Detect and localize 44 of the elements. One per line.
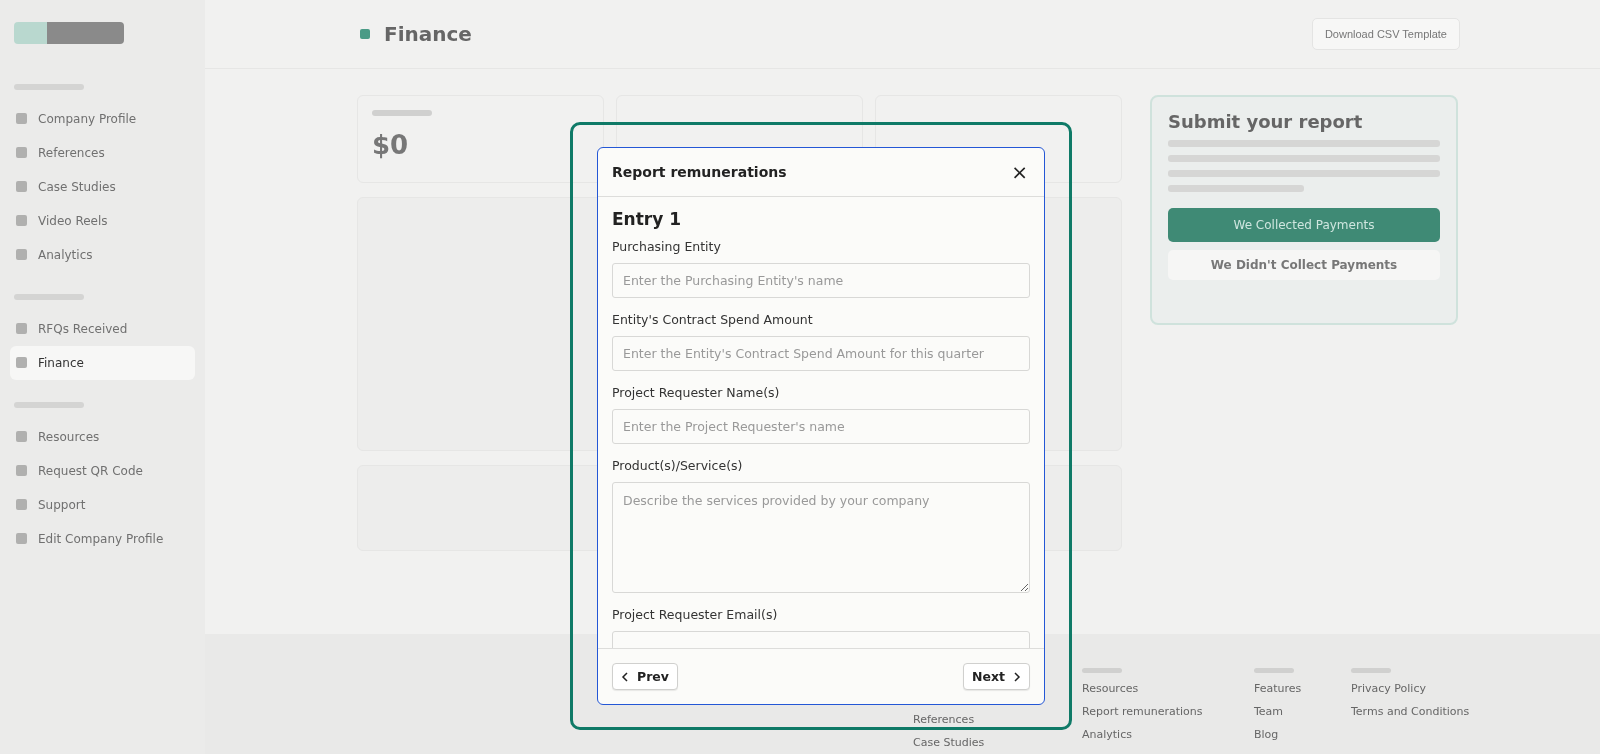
input-field[interactable]: Enter the Entity's Contract Spend Amount for this quarter bbox=[612, 336, 1030, 371]
sidebar-item[interactable]: Finance bbox=[10, 346, 195, 380]
footer-link[interactable]: Terms and Conditions bbox=[1351, 704, 1523, 719]
report-card-title: Submit your report bbox=[1168, 111, 1364, 132]
field-label: Purchasing Entity bbox=[612, 239, 722, 254]
entry-title: Entry 1 bbox=[612, 209, 683, 229]
input-field[interactable]: Enter the Purchasing Entity's name bbox=[612, 263, 1030, 298]
footer-link[interactable]: Resources bbox=[1082, 681, 1254, 696]
sidebar-item[interactable]: Analytics bbox=[10, 238, 195, 272]
text-area[interactable]: Describe the services provided by your company bbox=[612, 482, 1030, 593]
sidebar-item[interactable]: Support bbox=[10, 488, 195, 522]
finance-icon bbox=[360, 29, 370, 39]
sidebar-item[interactable]: Edit Company Profile bbox=[10, 522, 195, 556]
stat-value: $0 bbox=[372, 130, 410, 160]
next-button[interactable]: Next bbox=[963, 663, 1030, 690]
footer-link[interactable]: References bbox=[913, 712, 1082, 727]
field-label: Entity's Contract Spend Amount bbox=[612, 312, 814, 327]
prev-button[interactable]: Prev bbox=[612, 663, 678, 690]
footer-link[interactable]: Analytics bbox=[1082, 727, 1254, 742]
field-label: Project Requester Email(s) bbox=[612, 607, 779, 622]
field-label: Product(s)/Service(s) bbox=[612, 458, 744, 473]
sidebar-item[interactable]: References bbox=[10, 136, 195, 170]
sidebar-item[interactable]: Case Studies bbox=[10, 170, 195, 204]
not-collected-button[interactable]: We Didn't Collect Payments bbox=[1168, 250, 1440, 280]
footer-link[interactable]: Features bbox=[1254, 681, 1351, 696]
sidebar-item[interactable]: Company Profile bbox=[10, 102, 195, 136]
sidebar-item[interactable]: Request QR Code bbox=[10, 454, 195, 488]
footer-link[interactable]: Case Studies bbox=[913, 735, 1082, 750]
download-button[interactable]: Download CSV Template bbox=[1311, 18, 1460, 50]
modal-title: Report remunerations bbox=[612, 164, 787, 180]
close-button[interactable]: × bbox=[1007, 162, 1032, 182]
sidebar-item[interactable]: RFQs Received bbox=[10, 312, 195, 346]
page-title: Finance bbox=[384, 22, 472, 46]
footer-link[interactable]: Blog bbox=[1254, 727, 1351, 742]
chevron-right-icon bbox=[1012, 671, 1021, 682]
sidebar-item[interactable]: Resources bbox=[10, 420, 195, 454]
input-field[interactable]: Enter the Project Requester's name bbox=[612, 409, 1030, 444]
footer-link[interactable]: Privacy Policy bbox=[1351, 681, 1523, 696]
footer-link[interactable]: Report remunerations bbox=[1082, 704, 1254, 719]
chevron-left-icon bbox=[621, 671, 630, 682]
collected-button[interactable]: We Collected Payments bbox=[1168, 208, 1440, 242]
field-label: Project Requester Name(s) bbox=[612, 385, 781, 400]
footer-link[interactable]: Team bbox=[1254, 704, 1351, 719]
sidebar-item[interactable]: Video Reels bbox=[10, 204, 195, 238]
